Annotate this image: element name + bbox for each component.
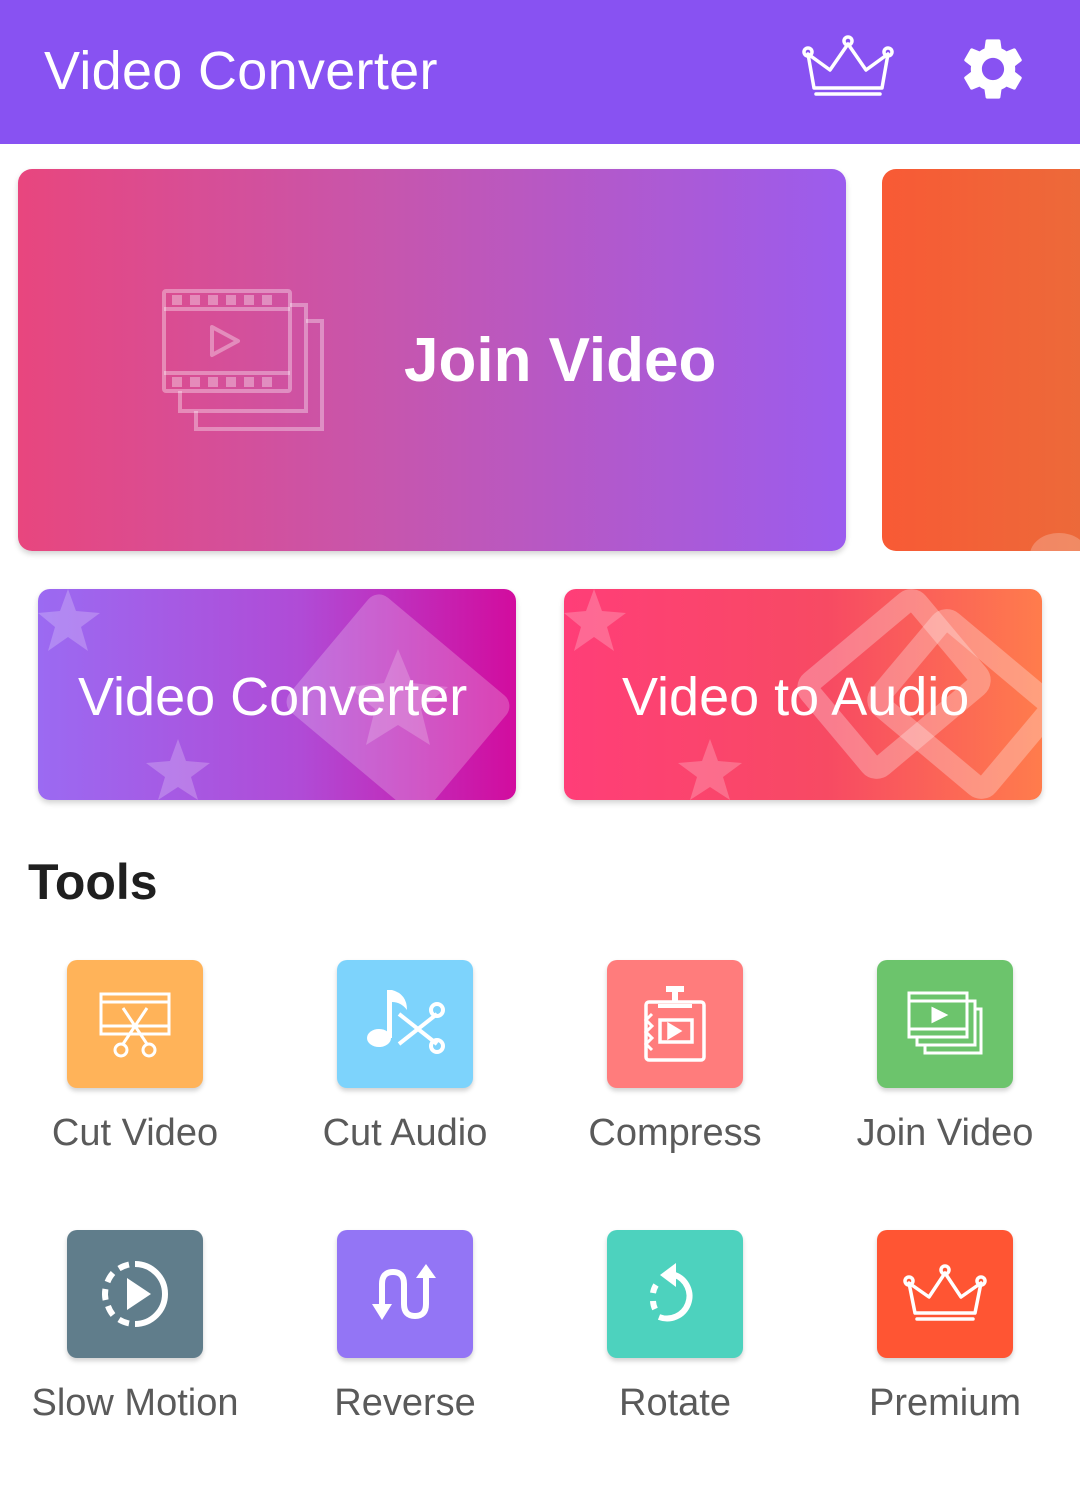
reverse-icon bbox=[337, 1230, 473, 1358]
join-video-banner[interactable]: Join Video bbox=[18, 169, 846, 551]
video-converter-card[interactable]: Video Converter bbox=[38, 589, 516, 800]
tool-label: Cut Audio bbox=[322, 1112, 488, 1154]
app-title: Video Converter bbox=[44, 41, 438, 101]
tool-label: Rotate bbox=[619, 1382, 731, 1424]
film-stack-icon bbox=[160, 287, 330, 440]
video-to-audio-card[interactable]: Video to Audio bbox=[564, 589, 1042, 800]
tool-label: Join Video bbox=[856, 1112, 1034, 1154]
tool-label: Reverse bbox=[334, 1382, 476, 1424]
cut-audio-icon bbox=[337, 960, 473, 1088]
crown-icon[interactable] bbox=[800, 30, 896, 102]
rotate-icon bbox=[607, 1230, 743, 1358]
slow-motion-icon bbox=[67, 1230, 203, 1358]
cut-video-icon bbox=[67, 960, 203, 1088]
tool-label: Premium bbox=[868, 1382, 1022, 1424]
banner-label: Join Video bbox=[404, 326, 717, 395]
gear-icon[interactable] bbox=[956, 32, 1030, 106]
next-banner-peek[interactable] bbox=[882, 169, 1080, 551]
banner-peek-shape bbox=[1030, 533, 1080, 551]
compress-icon bbox=[607, 960, 743, 1088]
tool-label: Compress bbox=[588, 1112, 762, 1154]
video-converter-label: Video Converter bbox=[78, 667, 468, 727]
premium-crown-icon bbox=[877, 1230, 1013, 1358]
tools-section-title: Tools bbox=[28, 854, 158, 910]
join-video-icon bbox=[877, 960, 1013, 1088]
app-bar: Video Converter bbox=[0, 0, 1080, 144]
video-to-audio-label: Video to Audio bbox=[622, 667, 970, 727]
tool-label: Slow Motion bbox=[31, 1382, 239, 1424]
tool-label: Cut Video bbox=[51, 1112, 219, 1154]
